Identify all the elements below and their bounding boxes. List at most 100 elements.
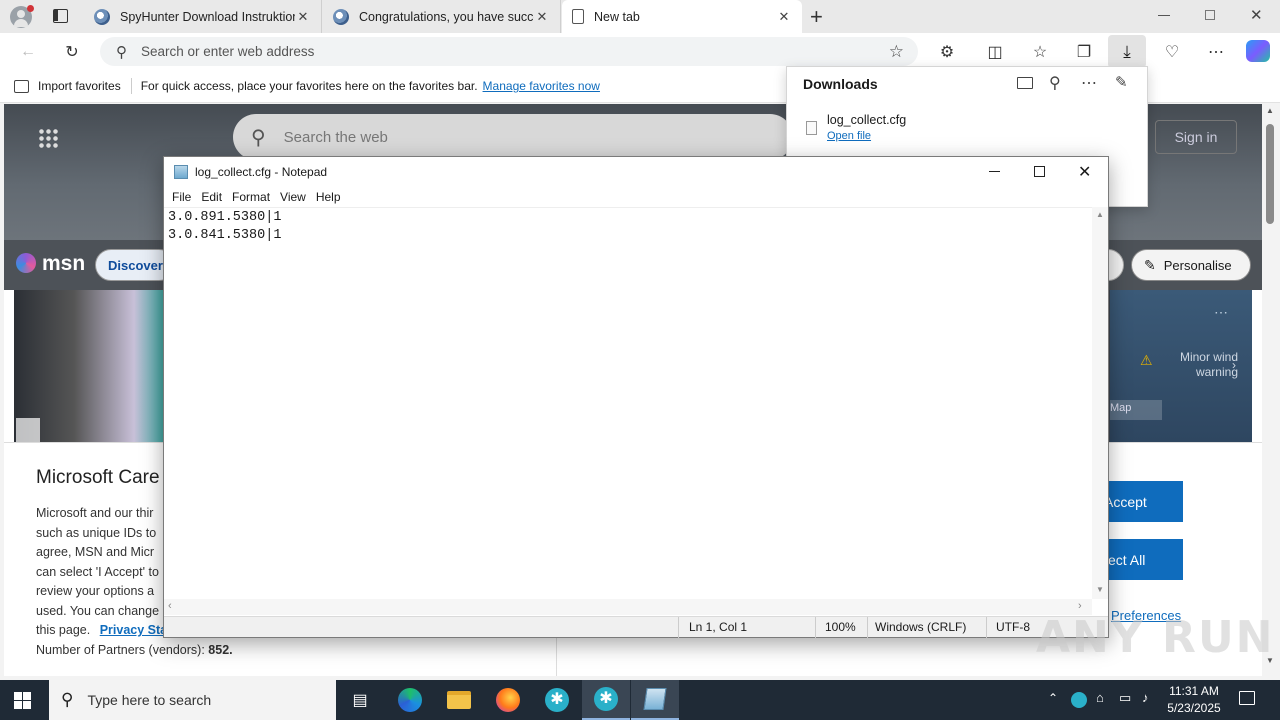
open-file-link[interactable]: Open file xyxy=(827,130,871,142)
page-scrollbar[interactable]: ▲ ▼ xyxy=(1262,104,1280,676)
collections-icon[interactable]: ❐ xyxy=(1073,41,1095,63)
tab-actions-icon[interactable] xyxy=(53,9,68,23)
msn-logo-icon xyxy=(16,253,36,273)
apps-grid-icon[interactable] xyxy=(38,128,58,148)
manage-favorites-link[interactable]: Manage favorites now xyxy=(483,79,600,93)
notepad-app-icon xyxy=(174,165,188,179)
tab-spyhunter[interactable]: SpyHunter Download Instruktion ✕ xyxy=(84,0,322,33)
weather-card[interactable]: ⋯ ⚠ Minor wind warning › Map xyxy=(1110,290,1252,442)
tab-title: Congratulations, you have succe xyxy=(359,9,534,24)
notepad-title: log_collect.cfg - Notepad xyxy=(195,165,328,179)
tray-device-icon[interactable]: ⌂ xyxy=(1096,690,1104,705)
downloads-title: Downloads xyxy=(803,76,878,92)
close-tab-icon[interactable]: ✕ xyxy=(776,9,792,25)
browser-essentials-icon[interactable]: ♡ xyxy=(1161,41,1183,63)
back-icon[interactable]: ← xyxy=(17,41,39,63)
favorite-star-icon[interactable]: ☆ xyxy=(889,42,904,62)
favbar-divider xyxy=(130,78,132,94)
scroll-up-icon[interactable]: ▲ xyxy=(1096,210,1104,219)
scroll-right-icon[interactable]: › xyxy=(1078,600,1082,612)
scroll-down-icon[interactable]: ▼ xyxy=(1096,585,1104,594)
menu-help[interactable]: Help xyxy=(316,190,341,204)
new-tab-button[interactable]: + xyxy=(810,4,830,30)
search-icon: ⚲ xyxy=(251,126,266,149)
reject-all-label: ect All xyxy=(1108,551,1146,568)
restore-icon[interactable] xyxy=(1205,10,1215,20)
search-downloads-icon[interactable]: ⚲ xyxy=(1049,73,1061,93)
menu-edit[interactable]: Edit xyxy=(201,190,222,204)
notepad-titlebar[interactable]: log_collect.cfg - Notepad ✕ xyxy=(164,157,1108,187)
downloads-more-icon[interactable]: ⋯ xyxy=(1081,73,1097,93)
task-view-button[interactable]: ▤ xyxy=(336,680,384,720)
favorites-hint: For quick access, place your favorites h… xyxy=(140,79,478,93)
tab-new-tab[interactable]: New tab ✕ xyxy=(562,0,802,33)
map-button[interactable]: Map xyxy=(1110,400,1162,420)
tab-congratulations[interactable]: Congratulations, you have succe ✕ xyxy=(323,0,561,33)
close-window-icon[interactable]: ✕ xyxy=(1250,6,1263,24)
notifications-icon[interactable] xyxy=(1239,691,1255,705)
windows-taskbar: ⚲ Type here to search ▤ ✱ ✱ ⌃ ⌂ ▭ ♪ 11:3… xyxy=(0,680,1280,720)
sign-in-button[interactable]: Sign in xyxy=(1155,120,1237,154)
downloads-button[interactable]: ⤓ xyxy=(1108,35,1146,68)
extensions-icon[interactable]: ⚙ xyxy=(936,41,958,63)
search-icon: ⚲ xyxy=(61,690,74,709)
page-icon xyxy=(572,9,584,24)
notepad-maximize-icon[interactable] xyxy=(1034,166,1045,177)
notepad-taskbar-icon[interactable] xyxy=(631,680,679,720)
profile-avatar[interactable] xyxy=(10,5,34,28)
menu-file[interactable]: File xyxy=(172,190,191,204)
weather-next-icon[interactable]: › xyxy=(1232,358,1236,372)
partners-label: Number of Partners (vendors): xyxy=(36,642,205,657)
address-bar[interactable]: ⚲ Search or enter web address ☆ xyxy=(100,37,918,66)
volume-icon[interactable]: ♪ xyxy=(1142,690,1149,705)
refresh-icon[interactable]: ↻ xyxy=(61,41,83,63)
firefox-taskbar-icon[interactable] xyxy=(484,680,532,720)
scroll-up-icon[interactable]: ▲ xyxy=(1266,106,1274,115)
system-clock[interactable]: 11:31 AM 5/23/2025 xyxy=(1164,683,1224,717)
personalise-button[interactable]: ✎ Personalise xyxy=(1131,249,1251,281)
open-folder-icon[interactable] xyxy=(1017,77,1033,89)
edge-taskbar-icon[interactable] xyxy=(386,680,434,720)
favorites-icon[interactable]: ☆ xyxy=(1029,41,1051,63)
menu-view[interactable]: View xyxy=(280,190,306,204)
feed-prev-icon[interactable] xyxy=(16,418,40,442)
notepad-horizontal-scrollbar[interactable]: ‹ › xyxy=(164,599,1092,615)
copilot-icon[interactable] xyxy=(1246,40,1270,62)
notepad-minimize-icon[interactable] xyxy=(989,171,1000,172)
anyrun-taskbar-icon[interactable]: ✱ xyxy=(533,680,581,720)
close-tab-icon[interactable]: ✕ xyxy=(534,9,550,25)
anyrun-active-taskbar-icon[interactable]: ✱ xyxy=(582,680,630,720)
scrollbar-thumb[interactable] xyxy=(1266,124,1274,224)
minimize-icon[interactable] xyxy=(1158,15,1170,16)
notepad-close-icon[interactable]: ✕ xyxy=(1078,162,1091,182)
file-explorer-taskbar-icon[interactable] xyxy=(435,680,483,720)
tray-anyrun-icon[interactable] xyxy=(1071,692,1087,708)
notepad-menubar: File Edit Format View Help xyxy=(164,187,1108,207)
start-button[interactable] xyxy=(14,692,32,709)
personalise-label: Personalise xyxy=(1163,257,1232,273)
notepad-vertical-scrollbar[interactable]: ▲ ▼ xyxy=(1092,207,1108,599)
address-placeholder: Search or enter web address xyxy=(141,44,315,59)
notepad-text-area[interactable]: 3.0.891.5380|1 3.0.841.5380|1 xyxy=(164,207,1092,599)
pin-icon[interactable]: ✎ xyxy=(1115,73,1128,91)
show-hidden-icons[interactable]: ⌃ xyxy=(1048,691,1058,705)
more-options-icon[interactable]: ⋯ xyxy=(1205,41,1227,63)
web-search-box[interactable]: ⚲ Search the web xyxy=(233,114,793,160)
search-icon: ⚲ xyxy=(116,43,127,61)
consent-line: this page. xyxy=(36,623,91,637)
scroll-left-icon[interactable]: ‹ xyxy=(168,600,172,612)
privacy-statement-link[interactable]: Privacy Sta xyxy=(100,623,167,637)
download-item[interactable]: log_collect.cfg Open file xyxy=(787,109,1147,151)
taskbar-search-placeholder: Type here to search xyxy=(87,692,212,708)
weather-warning: Minor wind warning xyxy=(1179,350,1238,379)
weather-more-icon[interactable]: ⋯ xyxy=(1214,304,1228,321)
clock-time: 11:31 AM xyxy=(1169,684,1219,698)
network-icon[interactable]: ▭ xyxy=(1119,690,1131,706)
menu-format[interactable]: Format xyxy=(232,190,270,204)
import-favorites-button[interactable]: Import favorites xyxy=(38,79,121,93)
globe-icon xyxy=(94,8,110,25)
accept-label: Accept xyxy=(1104,493,1147,510)
split-screen-icon[interactable]: ◫ xyxy=(984,41,1006,63)
taskbar-search-box[interactable]: ⚲ Type here to search xyxy=(49,680,336,720)
close-tab-icon[interactable]: ✕ xyxy=(295,9,311,25)
